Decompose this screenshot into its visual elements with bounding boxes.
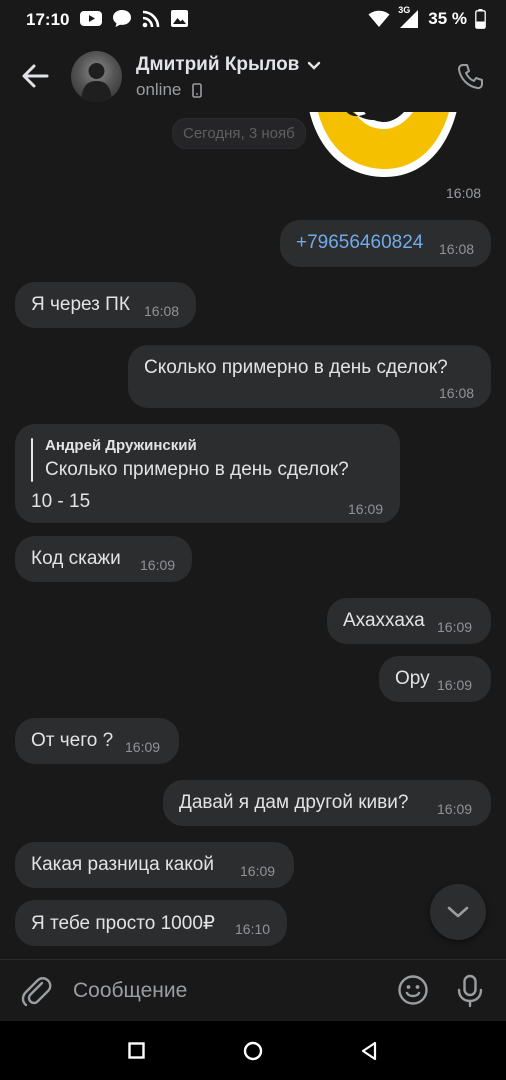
message-time: 16:08 (446, 185, 482, 201)
message-bubble[interactable]: Ахаххаха 16:09 (327, 598, 491, 644)
message-text: Сколько примерно в день сделок? (144, 357, 448, 378)
message-text: 10 - 15 (31, 491, 91, 512)
message-time: 16:09 (437, 619, 473, 635)
reply-quote-bar (31, 438, 33, 482)
message-time: 16:09 (140, 557, 176, 573)
microphone-icon[interactable] (456, 974, 484, 1008)
image-icon (171, 10, 188, 27)
message-text: Ахаххаха (343, 610, 425, 631)
scroll-down-button[interactable] (430, 884, 486, 940)
battery-percentage: 35 % (428, 9, 467, 28)
message-text: Какая разница какой (31, 854, 214, 875)
system-indicators: 3G 35 % (368, 5, 486, 29)
message-bubble[interactable]: Я тебе просто 1000₽ 16:10 (15, 900, 287, 946)
message-time: 16:09 (125, 739, 161, 755)
signal-indicator: 3G (398, 5, 420, 29)
rss-icon (142, 10, 160, 27)
phone-number-link[interactable]: +79656460824 (296, 232, 423, 254)
message-input[interactable]: Сообщение (73, 979, 187, 1003)
message-time: 16:09 (437, 801, 473, 817)
message-text: От чего ? (31, 730, 114, 751)
message-time: 16:09 (240, 863, 276, 879)
message-time: 16:08 (439, 241, 475, 257)
message-list[interactable]: Сегодня, 3 нояб 16:08 +79656460824 16:08… (0, 112, 506, 959)
status-time: 17:10 (26, 10, 70, 29)
scroll-down-icon (447, 906, 469, 918)
mobile-icon (192, 83, 202, 98)
message-bubble[interactable]: Андрей Дружинский Сколько примерно в ден… (15, 424, 400, 523)
battery-icon (475, 9, 486, 29)
chat-header: Дмитрий Крылов online (0, 40, 506, 112)
reply-author[interactable]: Андрей Дружинский (45, 437, 197, 454)
back-icon[interactable] (360, 1041, 378, 1061)
status-bar: 17:10 3G 35 % (0, 0, 506, 40)
message-time: 16:08 (144, 303, 180, 319)
message-bubble[interactable]: От чего ? 16:09 (15, 718, 179, 764)
message-bubble[interactable]: Сколько примерно в день сделок? 16:08 (128, 345, 491, 408)
contact-name[interactable]: Дмитрий Крылов (136, 54, 299, 76)
notification-icons (80, 9, 189, 28)
online-status: online (136, 80, 182, 99)
phone-icon[interactable] (456, 62, 486, 92)
paperclip-icon[interactable] (20, 974, 52, 1008)
message-text: Я через ПК (31, 294, 130, 315)
home-icon[interactable] (243, 1041, 263, 1061)
message-text: Код скажи (31, 548, 121, 569)
message-time: 16:08 (439, 385, 475, 401)
message-bubble[interactable]: Ору 16:09 (379, 656, 491, 702)
reply-text[interactable]: Сколько примерно в день сделок? (45, 459, 349, 481)
message-composer: Сообщение (0, 959, 506, 1022)
message-bubble[interactable]: Код скажи 16:09 (15, 536, 192, 582)
recent-apps-icon[interactable] (128, 1042, 145, 1059)
message-time: 16:09 (437, 677, 473, 693)
message-bubble[interactable]: Какая разница какой 16:09 (15, 842, 294, 888)
wifi-icon (368, 10, 390, 27)
sticker-image[interactable] (300, 112, 465, 202)
emoji-icon[interactable] (397, 974, 429, 1006)
message-bubble[interactable]: Я через ПК 16:08 (15, 282, 196, 328)
message-bubble[interactable]: +79656460824 16:08 (280, 220, 491, 267)
message-text: Давай я дам другой киви? (179, 792, 409, 813)
youtube-icon (80, 11, 102, 26)
message-text: Ору (395, 668, 430, 689)
chat-icon (113, 10, 131, 27)
avatar[interactable] (71, 51, 122, 102)
message-bubble[interactable]: Давай я дам другой киви? 16:09 (163, 780, 491, 826)
back-arrow-icon[interactable] (20, 62, 50, 90)
signal-icon (400, 10, 419, 28)
message-time: 16:10 (235, 921, 271, 937)
message-time: 16:09 (348, 501, 384, 517)
date-divider: Сегодня, 3 нояб (172, 118, 306, 149)
chevron-down-icon[interactable] (307, 61, 321, 70)
system-navigation-bar (0, 1021, 506, 1080)
message-text: Я тебе просто 1000₽ (31, 913, 215, 934)
